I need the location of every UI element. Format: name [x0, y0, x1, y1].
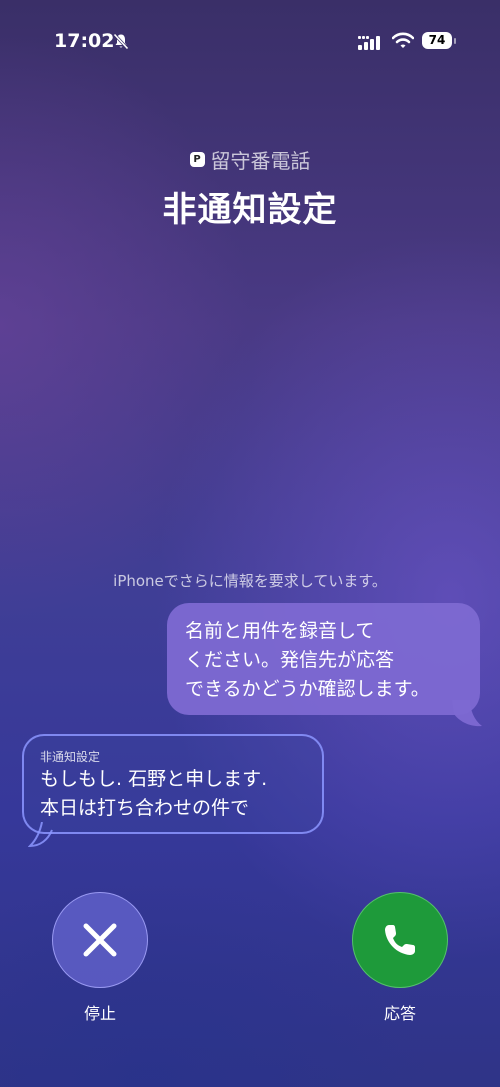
- caller-name: 非通知設定: [162, 190, 338, 230]
- mute-bell-icon: [113, 33, 129, 54]
- incoming-message-bubble: 非通知設定 もしもし. 石野と申します. 本日は打ち合わせの件で: [22, 734, 324, 834]
- outgoing-line: ください。発信先が応答: [185, 649, 395, 671]
- info-text: iPhoneでさらに情報を要求しています。: [113, 572, 387, 590]
- incoming-line: もしもし. 石野と申します.: [40, 768, 268, 790]
- voicemail-row: P 留守番電話: [0, 145, 500, 174]
- status-time: 17:02: [54, 30, 115, 52]
- stop-button[interactable]: [52, 892, 148, 988]
- phone-icon: [385, 925, 415, 955]
- status-bar: 17:02 74: [0, 30, 500, 54]
- voicemail-label: 留守番電話: [210, 149, 311, 173]
- outgoing-message-bubble: 名前と用件を録音して ください。発信先が応答 できるかどうか確認します。: [167, 603, 480, 715]
- call-header: P 留守番電話 非通知設定: [0, 145, 500, 231]
- answer-label: 応答: [383, 1004, 416, 1023]
- outgoing-line: 名前と用件を録音して: [185, 620, 375, 642]
- outgoing-line: できるかどうか確認します。: [185, 678, 430, 700]
- outgoing-bubble-tail: [452, 700, 482, 727]
- incoming-bubble-tail: [28, 822, 53, 848]
- incoming-sender: 非通知設定: [40, 750, 101, 764]
- incoming-line: 本日は打ち合わせの件で: [40, 797, 250, 819]
- voicemail-badge-icon: P: [189, 152, 205, 167]
- battery-icon: 74: [422, 32, 452, 49]
- close-icon: [83, 923, 117, 957]
- wifi-icon: [391, 32, 415, 53]
- stop-label: 停止: [83, 1004, 116, 1023]
- cellular-signal-icon: [358, 35, 382, 54]
- battery-cap: [454, 38, 456, 44]
- answer-button[interactable]: [352, 892, 448, 988]
